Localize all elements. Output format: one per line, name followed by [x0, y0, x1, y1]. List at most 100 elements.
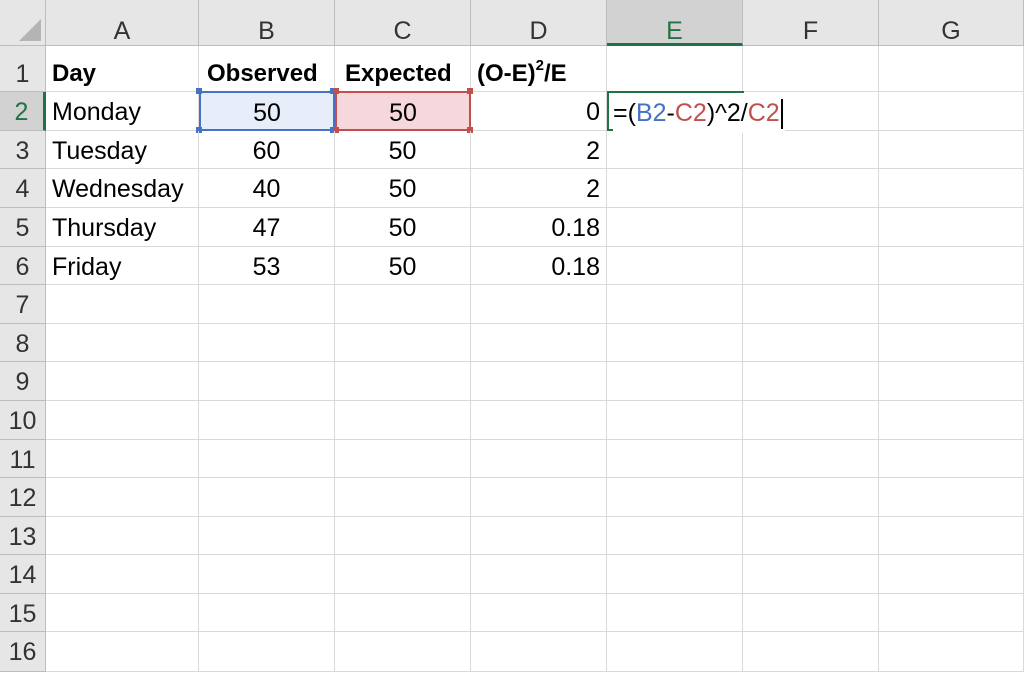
cell-g15[interactable]: [879, 594, 1024, 632]
cell-g4[interactable]: [879, 169, 1024, 208]
ref-c2-handle-tr[interactable]: [467, 88, 473, 94]
cell-e8[interactable]: [607, 324, 743, 362]
cell-d1-chi-header[interactable]: (O-E)2/E: [471, 46, 607, 92]
cell-g8[interactable]: [879, 324, 1024, 362]
cell-g14[interactable]: [879, 555, 1024, 594]
ref-c2-handle-tl[interactable]: [333, 88, 339, 94]
cell-b11[interactable]: [199, 440, 335, 478]
cell-d3[interactable]: 2: [471, 131, 607, 169]
cell-f4[interactable]: [743, 169, 879, 208]
cell-a3[interactable]: Tuesday: [46, 131, 199, 169]
cell-e15[interactable]: [607, 594, 743, 632]
ref-b2-handle-tl[interactable]: [196, 88, 202, 94]
cell-g6[interactable]: [879, 247, 1024, 285]
row-header-7[interactable]: 7: [0, 285, 46, 324]
cell-g7[interactable]: [879, 285, 1024, 324]
cell-d7[interactable]: [471, 285, 607, 324]
cell-b13[interactable]: [199, 517, 335, 555]
cell-e2-active-editor[interactable]: =(B2-C2)^2/C2: [607, 91, 785, 133]
row-header-5[interactable]: 5: [0, 208, 46, 247]
cell-d16[interactable]: [471, 632, 607, 672]
cell-f9[interactable]: [743, 362, 879, 401]
cell-a2[interactable]: Monday: [46, 92, 199, 131]
cell-a14[interactable]: [46, 555, 199, 594]
cell-a1-day-header[interactable]: Day: [46, 46, 199, 92]
formula-text[interactable]: =(B2-C2)^2/C2: [613, 93, 785, 133]
cell-c13[interactable]: [335, 517, 471, 555]
row-header-3[interactable]: 3: [0, 131, 46, 169]
column-header-d[interactable]: D: [471, 0, 607, 46]
cell-f5[interactable]: [743, 208, 879, 247]
cell-a6[interactable]: Friday: [46, 247, 199, 285]
cell-a10[interactable]: [46, 401, 199, 440]
cell-a16[interactable]: [46, 632, 199, 672]
cell-c2-referenced[interactable]: 50: [335, 91, 471, 131]
cell-a15[interactable]: [46, 594, 199, 632]
cell-c10[interactable]: [335, 401, 471, 440]
cell-e11[interactable]: [607, 440, 743, 478]
cell-a9[interactable]: [46, 362, 199, 401]
cell-c3[interactable]: 50: [335, 131, 471, 169]
cell-c9[interactable]: [335, 362, 471, 401]
cell-f14[interactable]: [743, 555, 879, 594]
cell-d8[interactable]: [471, 324, 607, 362]
cell-g1[interactable]: [879, 46, 1024, 92]
column-header-g[interactable]: G: [879, 0, 1024, 46]
cell-d9[interactable]: [471, 362, 607, 401]
cell-b15[interactable]: [199, 594, 335, 632]
row-header-11[interactable]: 11: [0, 440, 46, 478]
cell-c14[interactable]: [335, 555, 471, 594]
cell-f1[interactable]: [743, 46, 879, 92]
cell-e4[interactable]: [607, 169, 743, 208]
column-header-b[interactable]: B: [199, 0, 335, 46]
cell-d13[interactable]: [471, 517, 607, 555]
cell-d2[interactable]: 0: [471, 92, 607, 131]
cell-b2-referenced[interactable]: 50: [199, 91, 335, 131]
cell-c7[interactable]: [335, 285, 471, 324]
cell-g10[interactable]: [879, 401, 1024, 440]
row-header-6[interactable]: 6: [0, 247, 46, 285]
row-header-12[interactable]: 12: [0, 478, 46, 517]
cell-g2[interactable]: [879, 92, 1024, 131]
cell-g16[interactable]: [879, 632, 1024, 672]
cell-d14[interactable]: [471, 555, 607, 594]
cell-e1[interactable]: [607, 46, 743, 92]
cell-g3[interactable]: [879, 131, 1024, 169]
cell-a7[interactable]: [46, 285, 199, 324]
cell-d15[interactable]: [471, 594, 607, 632]
cell-a8[interactable]: [46, 324, 199, 362]
row-header-1[interactable]: 1: [0, 46, 46, 92]
cell-f11[interactable]: [743, 440, 879, 478]
cell-b5[interactable]: 47: [199, 208, 335, 247]
cell-d12[interactable]: [471, 478, 607, 517]
cell-c11[interactable]: [335, 440, 471, 478]
cell-c8[interactable]: [335, 324, 471, 362]
cell-a13[interactable]: [46, 517, 199, 555]
cell-f15[interactable]: [743, 594, 879, 632]
cell-e13[interactable]: [607, 517, 743, 555]
row-header-4[interactable]: 4: [0, 169, 46, 208]
column-header-c[interactable]: C: [335, 0, 471, 46]
cell-f6[interactable]: [743, 247, 879, 285]
row-header-13[interactable]: 13: [0, 517, 46, 555]
cell-b3[interactable]: 60: [199, 131, 335, 169]
cell-c4[interactable]: 50: [335, 169, 471, 208]
cell-e9[interactable]: [607, 362, 743, 401]
row-header-10[interactable]: 10: [0, 401, 46, 440]
cell-e12[interactable]: [607, 478, 743, 517]
cell-b1-observed-header[interactable]: Observed: [199, 46, 335, 92]
cell-a12[interactable]: [46, 478, 199, 517]
cell-g5[interactable]: [879, 208, 1024, 247]
cell-e6[interactable]: [607, 247, 743, 285]
cell-a4[interactable]: Wednesday: [46, 169, 199, 208]
cell-b4[interactable]: 40: [199, 169, 335, 208]
cell-b14[interactable]: [199, 555, 335, 594]
row-header-14[interactable]: 14: [0, 555, 46, 594]
cell-c1-expected-header[interactable]: Expected: [335, 46, 471, 92]
column-header-e[interactable]: E: [607, 0, 743, 46]
cell-b10[interactable]: [199, 401, 335, 440]
cell-b7[interactable]: [199, 285, 335, 324]
cell-d11[interactable]: [471, 440, 607, 478]
cell-d4[interactable]: 2: [471, 169, 607, 208]
cell-g13[interactable]: [879, 517, 1024, 555]
